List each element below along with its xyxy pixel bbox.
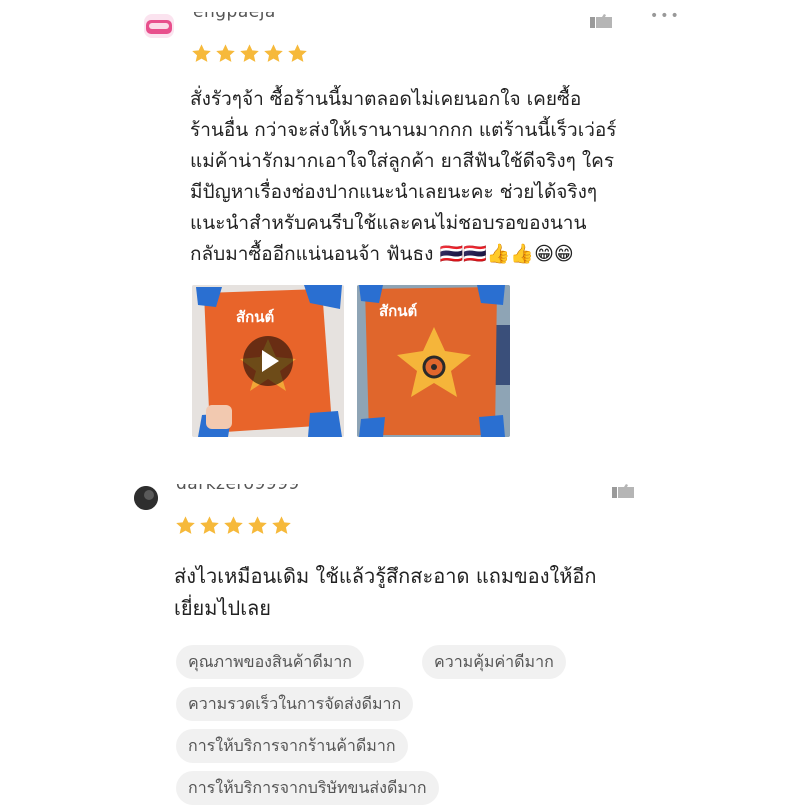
review-tag-chip: การให้บริการจากร้านค้าดีมาก [176, 729, 408, 763]
review-tag-chip: ความคุ้มค่าดีมาก [422, 645, 566, 679]
review-card: darkzero9999 ส่งไวเหมือนเดิม ใช้แล้วรู้ส… [0, 470, 800, 805]
reviewer-username: engpaeja [193, 12, 276, 22]
star-icon [200, 516, 219, 534]
star-icon [176, 516, 195, 534]
star-rating [191, 43, 308, 64]
avatar-image [134, 486, 158, 510]
star-icon [248, 516, 267, 534]
play-icon[interactable] [242, 335, 294, 387]
star-icon [240, 44, 259, 62]
review-image-thumbnail[interactable]: สักนต์ [357, 285, 510, 437]
star-icon [224, 516, 243, 534]
reviewer-avatar[interactable] [134, 486, 158, 510]
review-tag-chip: คุณภาพของสินค้าดีมาก [176, 645, 364, 679]
product-pack-label: สักนต์ [236, 308, 275, 326]
review-text: ส่งไวเหมือนเดิม ใช้แล้วรู้สึกสะอาด แถมขอ… [174, 564, 597, 620]
thumbs-up-icon[interactable] [590, 14, 612, 28]
star-icon [288, 44, 307, 62]
review-card: engpaeja ••• สั่งรัวๆจ้า ซื้อร้านนี้มาตล… [0, 0, 800, 460]
avatar-image [146, 20, 172, 34]
star-icon [272, 516, 291, 534]
star-icon [216, 44, 235, 62]
star-rating [175, 515, 292, 536]
star-icon [264, 44, 283, 62]
star-icon [192, 44, 211, 62]
review-tag-chip: ความรวดเร็วในการจัดส่งดีมาก [176, 687, 414, 721]
reviewer-avatar[interactable] [144, 14, 174, 38]
more-options-icon[interactable]: ••• [650, 8, 681, 24]
thumbs-up-icon[interactable] [612, 484, 634, 498]
reviewer-username: darkzero9999 [176, 484, 300, 494]
product-pack-label: สักนต์ [379, 302, 418, 320]
review-video-thumbnail[interactable]: สักนต์ [192, 285, 344, 437]
review-text: สั่งรัวๆจ้า ซื้อร้านนี้มาตลอดไม่เคยนอกใจ… [190, 88, 617, 265]
